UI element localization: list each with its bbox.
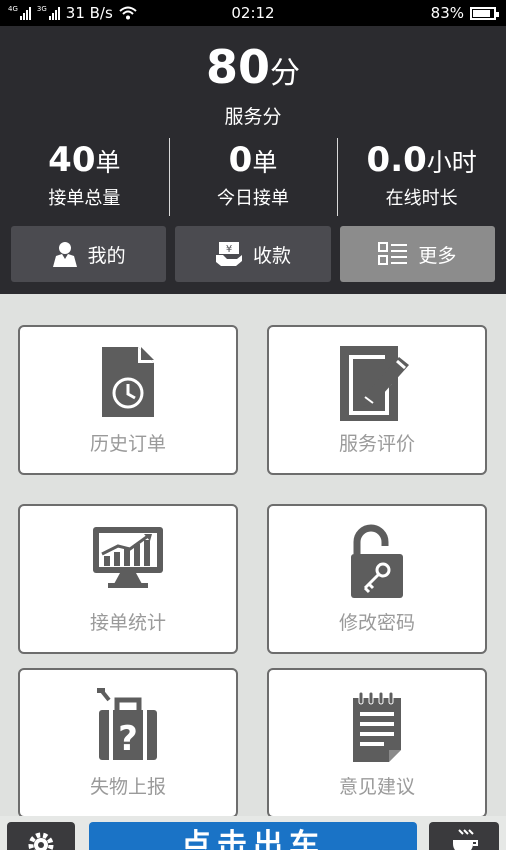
status-bar: 4G 3G 31 B/s 02:12 83% <box>0 0 506 26</box>
tile-label: 接单统计 <box>89 612 166 634</box>
stat-total-orders: 40单 接单总量 <box>0 138 169 218</box>
settings-icon <box>28 832 54 850</box>
rest-button[interactable] <box>429 822 499 850</box>
more-button[interactable]: 更多 <box>339 226 495 282</box>
lost-item-report-tile[interactable]: ? 失物上报 <box>18 668 238 816</box>
history-order-icon <box>102 347 154 417</box>
stat-value: 40 <box>48 140 96 180</box>
tile-label: 历史订单 <box>89 433 166 455</box>
tile-label: 修改密码 <box>338 612 415 634</box>
service-review-tile[interactable]: 服务评价 <box>267 325 487 475</box>
user-icon <box>52 242 77 267</box>
unlock-key-icon <box>351 524 403 598</box>
score-unit: 分 <box>270 56 300 91</box>
cash-icon: ¥ <box>215 242 242 266</box>
score-value: 80 <box>205 40 270 94</box>
list-icon <box>378 242 408 265</box>
service-score: 80分 <box>0 40 506 94</box>
feature-grid: 历史订单 服务评价 接单统计 修改密码 ? 失物上报 意见建议 <box>0 294 506 816</box>
my-button-label: 我的 <box>87 244 126 267</box>
edit-review-icon <box>340 346 409 421</box>
start-driving-button[interactable]: 点击出车 <box>89 822 417 850</box>
tile-label: 失物上报 <box>89 776 166 798</box>
stat-unit: 单 <box>252 148 278 177</box>
notepad-icon <box>353 691 401 762</box>
battery-percent: 83% <box>430 4 464 22</box>
settings-button[interactable] <box>7 822 75 850</box>
stat-value: 0.0 <box>366 140 427 180</box>
tile-label: 意见建议 <box>338 776 415 798</box>
stat-label: 在线时长 <box>385 188 458 209</box>
stat-value: 0 <box>228 140 253 180</box>
dashboard-header: 80分 服务分 40单 接单总量 0单 今日接单 0.0小时 在线时长 我的 ¥ <box>0 26 506 294</box>
stat-online-hours: 0.0小时 在线时长 <box>337 138 506 218</box>
svg-text:¥: ¥ <box>226 244 232 255</box>
change-password-tile[interactable]: 修改密码 <box>267 504 487 654</box>
battery-fill <box>473 9 490 17</box>
stat-label: 今日接单 <box>217 188 289 209</box>
svg-text:?: ? <box>118 719 138 759</box>
history-orders-tile[interactable]: 历史订单 <box>18 325 238 475</box>
stat-label: 接单总量 <box>48 188 121 209</box>
stat-unit: 单 <box>95 148 121 177</box>
stat-unit: 小时 <box>426 148 477 177</box>
bottom-bar: 点击出车 <box>0 816 506 850</box>
stats-row: 40单 接单总量 0单 今日接单 0.0小时 在线时长 <box>0 138 506 218</box>
stat-today-orders: 0单 今日接单 <box>168 138 338 218</box>
collect-payment-button[interactable]: ¥ 收款 <box>175 226 331 282</box>
tile-label: 服务评价 <box>338 433 415 455</box>
my-button[interactable]: 我的 <box>11 226 167 282</box>
lost-luggage-icon: ? <box>97 688 157 760</box>
score-label: 服务分 <box>224 106 282 128</box>
status-right: 83% <box>430 4 499 22</box>
coffee-icon <box>453 829 478 850</box>
feedback-tile[interactable]: 意见建议 <box>267 668 487 816</box>
more-button-label: 更多 <box>418 244 457 267</box>
battery-icon <box>470 6 499 20</box>
action-buttons: 我的 ¥ 收款 更多 <box>11 226 495 282</box>
order-statistics-tile[interactable]: 接单统计 <box>18 504 238 654</box>
collect-payment-label: 收款 <box>252 244 291 267</box>
statistics-chart-icon <box>93 527 163 588</box>
